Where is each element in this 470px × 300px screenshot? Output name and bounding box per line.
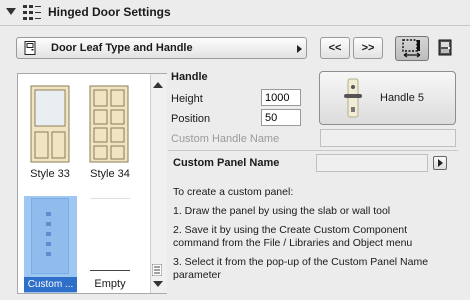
custom-handle-name-field[interactable] [320, 129, 456, 147]
scroll-thumb-grip-icon[interactable] [152, 264, 162, 276]
position-label: Position [171, 113, 211, 125]
door-3d-view-icon[interactable] [434, 37, 456, 59]
empty-style-label: Empty [94, 278, 126, 290]
next-page-button[interactable]: >> [353, 37, 383, 59]
handle-preview-label: Handle 5 [380, 92, 425, 104]
custom-panel-step-2-line-2: command from the File / Libraries and Ob… [173, 237, 413, 249]
custom-panel-step-1: 1. Draw the panel by using the slab or w… [173, 205, 391, 217]
scroll-up-arrow-icon[interactable] [153, 82, 163, 88]
custom-panel-intro: To create a custom panel: [173, 186, 294, 198]
custom-panel-name-field[interactable] [316, 154, 428, 172]
dropdown-arrow-icon [297, 45, 302, 53]
style-34-label: Style 34 [90, 168, 130, 180]
custom-panel-popup-arrow-button[interactable] [433, 156, 447, 170]
door-style-34-thumbnail[interactable] [89, 85, 129, 163]
custom-style-thumbnail [31, 198, 69, 274]
header-divider [0, 25, 470, 26]
previous-page-button[interactable]: << [320, 37, 350, 59]
scroll-down-arrow-icon[interactable] [153, 281, 163, 287]
style-33-label: Style 33 [30, 168, 70, 180]
collapse-triangle-icon[interactable] [6, 8, 16, 15]
door-style-33-thumbnail[interactable] [30, 85, 70, 163]
handle-section-title: Handle [171, 71, 208, 83]
custom-panel-step-3-line-2: parameter [173, 269, 221, 281]
door-icon [24, 41, 36, 55]
style-list-scrollbar[interactable] [150, 74, 167, 293]
custom-panel-step-3-line-1: 3. Select it from the pop-up of the Cust… [173, 256, 429, 268]
height-label: Height [171, 93, 203, 105]
custom-style-label: Custom ... [24, 277, 77, 292]
handle-preview-button[interactable]: Handle 5 [319, 71, 456, 125]
custom-handle-name-label: Custom Handle Name [171, 133, 280, 145]
custom-panel-step-2-line-1: 2. Save it by using the Create Custom Co… [173, 224, 408, 236]
panel-title: Hinged Door Settings [48, 5, 171, 19]
empty-style-thumbnail[interactable] [90, 198, 130, 271]
empty-style-baseline [90, 270, 130, 271]
custom-panel-name-title: Custom Panel Name [173, 157, 280, 169]
height-input[interactable] [261, 89, 301, 106]
section-divider [168, 150, 458, 151]
preview-toggle-button[interactable] [395, 36, 429, 61]
floor-plan-view-icon [402, 39, 421, 58]
position-input[interactable] [261, 109, 301, 126]
door-handle-icon [344, 78, 362, 118]
settings-grid-icon [23, 5, 41, 20]
page-selector-label: Door Leaf Type and Handle [51, 42, 193, 54]
page-selector-dropdown[interactable]: Door Leaf Type and Handle [16, 37, 307, 59]
